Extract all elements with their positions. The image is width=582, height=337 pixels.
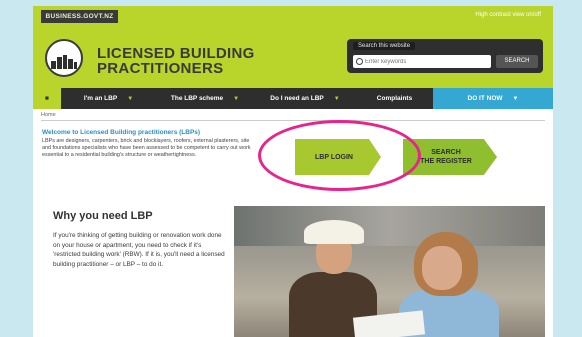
nav-item-do-i-need-lbp[interactable]: Do I need an LBP ▼	[254, 88, 356, 109]
lbp-logo-icon[interactable]	[45, 39, 83, 77]
photo-woman-head	[422, 246, 462, 290]
register-label-line-2: THE REGISTER	[420, 158, 472, 165]
search-panel: Search this website SEARCH	[347, 39, 543, 73]
building-skyline-icon	[51, 55, 77, 69]
chevron-down-icon: ▼	[333, 96, 340, 102]
main-nav: ■ I'm an LBP ▼ The LBP scheme ▼ Do I need …	[33, 88, 553, 109]
website: BUSINESS.GOVT.NZ High contrast view on/o…	[33, 6, 553, 337]
nav-item-lbp-scheme[interactable]: The LBP scheme ▼	[156, 88, 254, 109]
site-header: BUSINESS.GOVT.NZ High contrast view on/o…	[33, 6, 553, 88]
nav-label: Complaints	[376, 95, 413, 102]
gov-link[interactable]: BUSINESS.GOVT.NZ	[41, 10, 118, 23]
why-title: Why you need LBP	[53, 210, 153, 222]
nav-item-do-it-now[interactable]: DO IT NOW ▼	[433, 88, 553, 109]
search-button[interactable]: SEARCH	[496, 55, 538, 68]
highlight-circle	[258, 120, 421, 191]
chevron-down-icon: ▼	[512, 96, 519, 102]
chevron-down-icon: ▼	[233, 96, 240, 102]
home-icon[interactable]: ■	[33, 88, 61, 109]
chevron-down-icon: ▼	[127, 96, 134, 102]
nav-label: The LBP scheme	[170, 95, 224, 102]
site-logo-text[interactable]: LICENSED BUILDING PRACTITIONERS	[97, 46, 255, 76]
breadcrumb[interactable]: Home	[41, 112, 545, 121]
welcome-body: LBPs are designers, carpenters, brick an…	[42, 138, 251, 158]
hard-hat-icon	[304, 220, 364, 244]
photo-background	[234, 206, 545, 246]
nav-label: Do I need an LBP	[270, 95, 324, 102]
logo-line-2: PRACTITIONERS	[97, 60, 224, 77]
nav-label: DO IT NOW	[467, 95, 503, 102]
nav-item-complaints[interactable]: Complaints	[356, 88, 433, 109]
search-label: Search this website	[353, 42, 416, 50]
builders-photo	[234, 206, 545, 337]
welcome-section: Welcome to Licensed Building practitione…	[42, 129, 257, 159]
nav-item-im-an-lbp[interactable]: I'm an LBP ▼	[61, 88, 156, 109]
high-contrast-link[interactable]: High contrast view on/off	[475, 12, 541, 18]
search-icon	[356, 58, 363, 65]
why-body: If you're thinking of getting building o…	[53, 232, 225, 268]
logo-line-1: LICENSED BUILDING	[97, 45, 255, 62]
welcome-title: Welcome to Licensed Building practitione…	[42, 129, 201, 136]
register-label-line-1: SEARCH	[431, 149, 461, 156]
search-input[interactable]	[353, 55, 491, 68]
nav-label: I'm an LBP	[83, 95, 118, 102]
